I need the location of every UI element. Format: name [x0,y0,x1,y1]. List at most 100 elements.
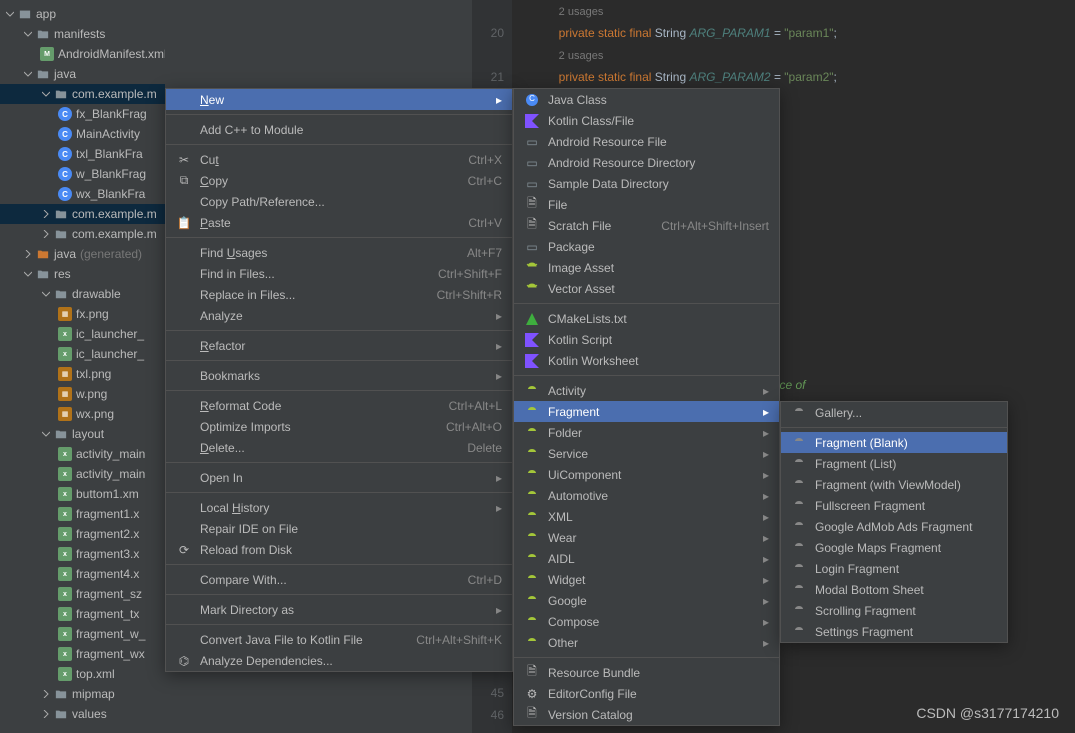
menu-google[interactable]: Google▸ [514,590,779,611]
tree-item[interactable]: xfragment_wx [0,644,165,664]
menu-gallery[interactable]: Gallery... [781,402,1007,423]
tree-item[interactable]: xic_launcher_ [0,344,165,364]
menu-java-class[interactable]: CJava Class [514,89,779,110]
menu-aidl[interactable]: AIDL▸ [514,548,779,569]
tree-item[interactable]: ▦wx.png [0,404,165,424]
menu-editorconfig[interactable]: ⚙EditorConfig File [514,683,779,704]
menu-service[interactable]: Service▸ [514,443,779,464]
menu-optimize-imports[interactable]: Optimize ImportsCtrl+Alt+O [166,416,512,437]
tree-item[interactable]: com.example.m [0,84,165,104]
menu-fragment-viewmodel[interactable]: Fragment (with ViewModel) [781,474,1007,495]
tree-item[interactable]: ▦w.png [0,384,165,404]
tree-item[interactable]: MAndroidManifest.xml [0,44,165,64]
menu-android-resource-dir[interactable]: ▭Android Resource Directory [514,152,779,173]
tree-item[interactable]: app [0,4,472,24]
menu-new[interactable]: New▸ [166,89,512,110]
menu-kotlin-class[interactable]: Kotlin Class/File [514,110,779,131]
xml-icon: x [58,627,72,641]
menu-paste[interactable]: 📋PasteCtrl+V [166,212,512,233]
menu-fragment-list[interactable]: Fragment (List) [781,453,1007,474]
menu-maps-fragment[interactable]: Google Maps Fragment [781,537,1007,558]
menu-vector-asset[interactable]: Vector Asset [514,278,779,299]
tree-item[interactable]: xfragment1.x [0,504,165,524]
menu-package[interactable]: ▭Package [514,236,779,257]
menu-analyze-deps[interactable]: ⌬Analyze Dependencies... [166,650,512,671]
menu-fullscreen-fragment[interactable]: Fullscreen Fragment [781,495,1007,516]
cmake-icon [524,311,540,327]
tree-item[interactable]: xactivity_main [0,444,165,464]
menu-admob-fragment[interactable]: Google AdMob Ads Fragment [781,516,1007,537]
menu-android-resource-file[interactable]: ▭Android Resource File [514,131,779,152]
menu-open-in[interactable]: Open In▸ [166,467,512,488]
menu-scrolling-fragment[interactable]: Scrolling Fragment [781,600,1007,621]
tree-item[interactable]: xactivity_main [0,464,165,484]
tree-item[interactable]: xfragment_sz [0,584,165,604]
new-submenu[interactable]: CJava Class Kotlin Class/File ▭Android R… [513,88,780,726]
menu-login-fragment[interactable]: Login Fragment [781,558,1007,579]
tree-item[interactable]: manifests [0,24,472,44]
menu-copy[interactable]: ⧉CopyCtrl+C [166,170,512,191]
menu-find-in-files[interactable]: Find in Files...Ctrl+Shift+F [166,263,512,284]
tree-item[interactable]: xfragment_tx [0,604,165,624]
menu-resource-bundle[interactable]: 🗎Resource Bundle [514,662,779,683]
menu-repair-ide[interactable]: Repair IDE on File [166,518,512,539]
menu-find-usages[interactable]: Find UsagesAlt+F7 [166,242,512,263]
menu-fragment[interactable]: Fragment▸ [514,401,779,422]
tree-item[interactable]: Cw_BlankFrag [0,164,165,184]
tree-item[interactable]: ▦fx.png [0,304,165,324]
menu-version-catalog[interactable]: 🗎Version Catalog [514,704,779,725]
menu-other[interactable]: Other▸ [514,632,779,653]
menu-convert-kotlin[interactable]: Convert Java File to Kotlin FileCtrl+Alt… [166,629,512,650]
menu-mark-directory[interactable]: Mark Directory as▸ [166,599,512,620]
menu-wear[interactable]: Wear▸ [514,527,779,548]
tree-item[interactable]: mipmap [0,684,472,704]
menu-replace-in-files[interactable]: Replace in Files...Ctrl+Shift+R [166,284,512,305]
menu-compare-with[interactable]: Compare With...Ctrl+D [166,569,512,590]
tree-item[interactable]: xfragment_w_ [0,624,165,644]
tree-item[interactable]: Ctxl_BlankFra [0,144,165,164]
tree-item[interactable]: xfragment3.x [0,544,165,564]
tree-item[interactable]: CMainActivity [0,124,165,144]
menu-cut[interactable]: ✂CutCtrl+X [166,149,512,170]
menu-reload-disk[interactable]: ⟳Reload from Disk [166,539,512,560]
tree-item[interactable]: values [0,704,472,724]
menu-kotlin-worksheet[interactable]: Kotlin Worksheet [514,350,779,371]
menu-refactor[interactable]: Refactor▸ [166,335,512,356]
menu-xml[interactable]: XML▸ [514,506,779,527]
menu-kotlin-script[interactable]: Kotlin Script [514,329,779,350]
tree-item[interactable]: com.example.m [0,224,165,244]
menu-analyze[interactable]: Analyze▸ [166,305,512,326]
menu-folder[interactable]: Folder▸ [514,422,779,443]
menu-compose[interactable]: Compose▸ [514,611,779,632]
menu-cmakelists[interactable]: CMakeLists.txt [514,308,779,329]
tree-item[interactable]: Cfx_BlankFrag [0,104,165,124]
tree-item[interactable]: xfragment4.x [0,564,165,584]
fragment-submenu[interactable]: Gallery... Fragment (Blank) Fragment (Li… [780,401,1008,643]
context-menu[interactable]: New▸ Add C++ to Module ✂CutCtrl+X ⧉CopyC… [165,88,513,672]
menu-bookmarks[interactable]: Bookmarks▸ [166,365,512,386]
menu-sample-data-dir[interactable]: ▭Sample Data Directory [514,173,779,194]
tree-item[interactable]: xfragment2.x [0,524,165,544]
tree-item[interactable]: xbuttom1.xm [0,484,165,504]
menu-uicomponent[interactable]: UiComponent▸ [514,464,779,485]
menu-modal-bottom-sheet[interactable]: Modal Bottom Sheet [781,579,1007,600]
menu-local-history[interactable]: Local History▸ [166,497,512,518]
tree-item[interactable]: ▦txl.png [0,364,165,384]
menu-automotive[interactable]: Automotive▸ [514,485,779,506]
tree-item[interactable]: xtop.xml [0,664,165,684]
tree-item[interactable]: com.example.m [0,204,165,224]
menu-image-asset[interactable]: Image Asset [514,257,779,278]
menu-widget[interactable]: Widget▸ [514,569,779,590]
menu-reformat[interactable]: Reformat CodeCtrl+Alt+L [166,395,512,416]
tree-item[interactable]: Cwx_BlankFra [0,184,165,204]
tree-item[interactable]: xic_launcher_ [0,324,165,344]
menu-delete[interactable]: Delete...Delete [166,437,512,458]
menu-copy-path[interactable]: Copy Path/Reference... [166,191,512,212]
menu-scratch-file[interactable]: 🗎Scratch FileCtrl+Alt+Shift+Insert [514,215,779,236]
tree-item[interactable]: java [0,64,472,84]
menu-activity[interactable]: Activity▸ [514,380,779,401]
menu-file[interactable]: 🗎File [514,194,779,215]
menu-add-cpp[interactable]: Add C++ to Module [166,119,512,140]
menu-fragment-blank[interactable]: Fragment (Blank) [781,432,1007,453]
menu-settings-fragment[interactable]: Settings Fragment [781,621,1007,642]
